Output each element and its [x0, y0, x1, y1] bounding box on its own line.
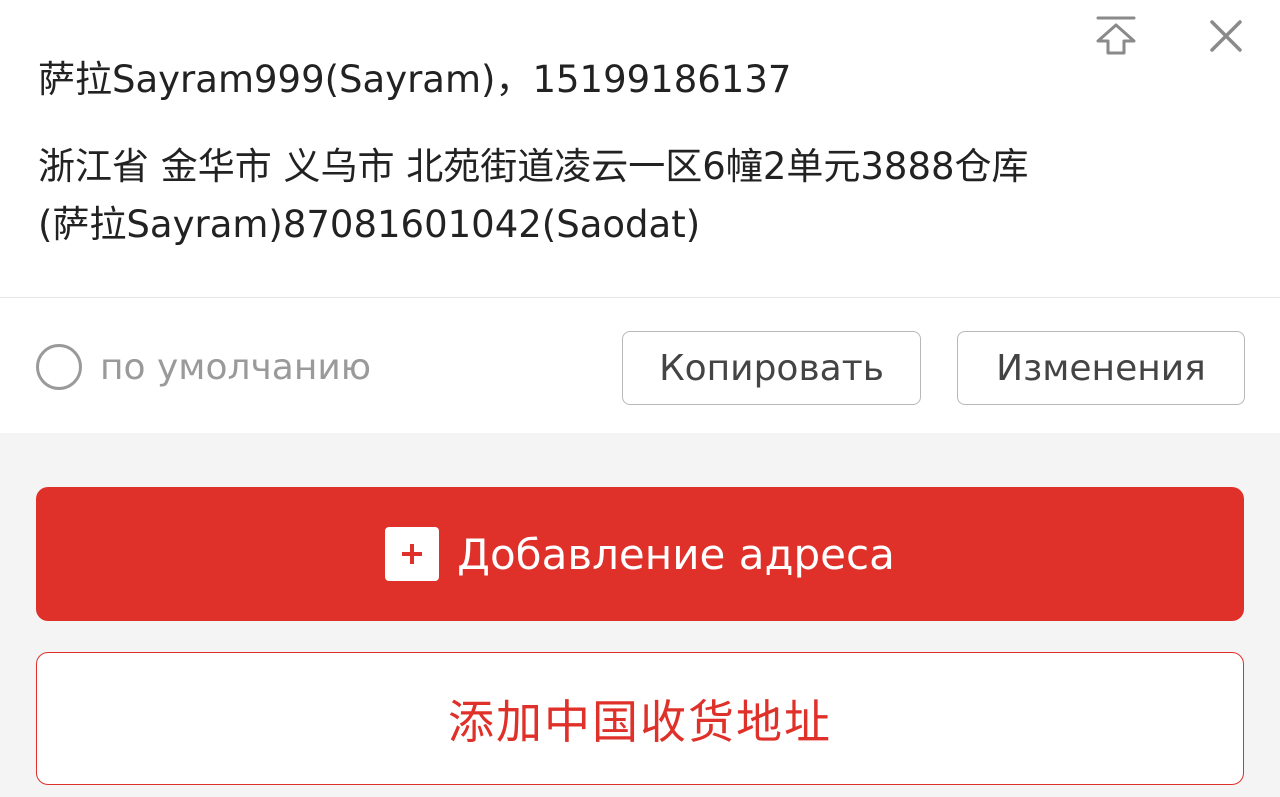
add-address-button[interactable]: Добавление адреса — [36, 487, 1244, 621]
address-actions: по умолчанию Копировать Изменения — [0, 299, 1280, 433]
address-detail: 浙江省 金华市 义乌市 北苑街道凌云一区6幢2单元3888仓库 (萨拉Sayra… — [38, 138, 1248, 254]
address-line: 浙江省 金华市 义乌市 北苑街道凌云一区6幢2单元3888仓库 — [38, 145, 1029, 188]
contact-name-phone: 萨拉Sayram999(Sayram)，15199186137 — [38, 58, 792, 101]
copy-button[interactable]: Копировать — [622, 331, 921, 405]
address-line: (萨拉Sayram)87081601042(Saodat) — [38, 203, 701, 246]
pin-to-top-icon[interactable] — [1088, 8, 1144, 64]
edit-button[interactable]: Изменения — [957, 331, 1245, 405]
set-default-toggle[interactable]: по умолчанию — [36, 343, 371, 391]
default-label: по умолчанию — [100, 346, 372, 388]
plus-icon — [385, 527, 440, 581]
address-card: 萨拉Sayram999(Sayram)，15199186137 浙江省 金华市 … — [0, 0, 1280, 433]
add-china-address-label: 添加中国收货地址 — [448, 694, 832, 749]
default-radio[interactable] — [36, 344, 82, 390]
add-address-label: Добавление адреса — [457, 529, 895, 579]
add-china-address-button[interactable]: 添加中国收货地址 — [36, 652, 1244, 785]
close-icon[interactable] — [1198, 8, 1254, 64]
address-list-screen: 萨拉Sayram999(Sayram)，15199186137 浙江省 金华市 … — [0, 0, 1280, 797]
